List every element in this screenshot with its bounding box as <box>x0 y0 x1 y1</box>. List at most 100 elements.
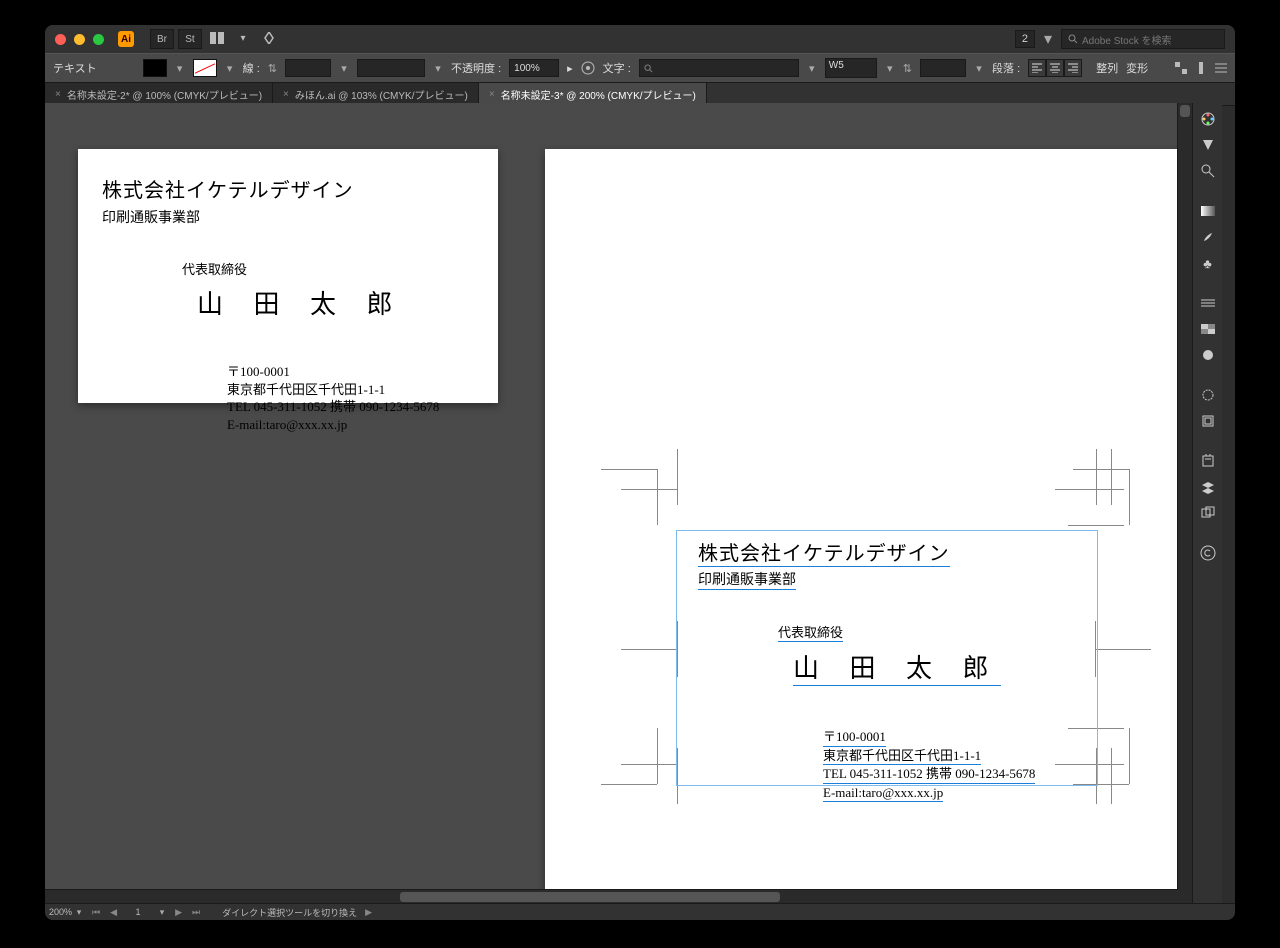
chevron-down-icon[interactable]: ▾ <box>339 63 349 73</box>
chevron-down-icon[interactable]: ▾ <box>175 63 185 73</box>
fill-swatch[interactable] <box>143 59 167 77</box>
stroke-swatch[interactable] <box>193 59 217 77</box>
align-center-icon[interactable] <box>1046 59 1064 77</box>
scrollbar-thumb[interactable] <box>1180 105 1190 117</box>
align-link[interactable]: 整列 <box>1096 60 1118 76</box>
last-artboard-icon[interactable]: ⏭ <box>190 907 202 918</box>
stock-search-placeholder: Adobe Stock を検索 <box>1082 32 1171 47</box>
document-area: 株式会社イケテルデザイン 印刷通販事業部 代表取締役 山 田 太 郎 〒100-… <box>45 103 1235 904</box>
recolor-icon[interactable] <box>581 61 595 75</box>
document-tab[interactable]: × 名称未設定-2* @ 100% (CMYK/プレビュー) <box>45 83 273 105</box>
align-left-icon[interactable] <box>1028 59 1046 77</box>
transform-link[interactable]: 変形 <box>1126 60 1148 76</box>
title-text: 代表取締役 <box>182 259 439 278</box>
para-label: 段落 : <box>992 60 1020 76</box>
vertical-scrollbar[interactable] <box>1177 103 1192 904</box>
paragraph-align <box>1028 59 1082 77</box>
title-textframe[interactable]: 代表取締役 <box>778 622 843 642</box>
stock-count[interactable]: 2 <box>1015 30 1035 48</box>
opacity-input[interactable]: 100% <box>509 59 559 77</box>
chevron-down-icon[interactable]: ▾ <box>807 63 817 73</box>
maximize-window-icon[interactable] <box>93 34 104 45</box>
isolate-group-icon[interactable] <box>1175 62 1187 74</box>
font-search-input[interactable] <box>639 59 799 77</box>
brushes-panel-icon[interactable] <box>1198 227 1218 247</box>
close-icon[interactable]: × <box>55 89 61 100</box>
font-weight-select[interactable]: W5 <box>825 58 877 78</box>
close-icon[interactable]: × <box>489 89 495 100</box>
font-size-input[interactable] <box>920 59 966 77</box>
stepper-icon[interactable]: ⇅ <box>903 62 912 75</box>
opacity-label: 不透明度 : <box>451 60 501 76</box>
business-card-art[interactable]: 株式会社イケテルデザイン 印刷通販事業部 代表取締役 山 田 太 郎 〒100-… <box>698 537 1118 791</box>
canvas[interactable]: 株式会社イケテルデザイン 印刷通販事業部 代表取締役 山 田 太 郎 〒100-… <box>45 103 1192 904</box>
minimize-window-icon[interactable] <box>74 34 85 45</box>
close-icon[interactable]: × <box>283 89 289 100</box>
brush-definition-input[interactable] <box>357 59 425 77</box>
color-panel-icon[interactable] <box>1198 109 1218 129</box>
division-textframe[interactable]: 印刷通販事業部 <box>698 569 796 590</box>
chevron-down-icon: ▾ <box>232 29 254 47</box>
company-textframe[interactable]: 株式会社イケテルデザイン <box>698 537 950 567</box>
company-text: 株式会社イケテルデザイン <box>102 174 439 203</box>
color-guide-icon[interactable] <box>1198 161 1218 181</box>
graphic-styles-icon[interactable] <box>1198 385 1218 405</box>
name-textframe[interactable]: 山 田 太 郎 <box>793 648 1001 686</box>
more-options-icon[interactable] <box>1215 62 1227 74</box>
scrollbar-thumb[interactable] <box>400 892 780 902</box>
opacity-slider-icon[interactable]: ▸ <box>567 62 573 75</box>
close-window-icon[interactable] <box>55 34 66 45</box>
appearance-panel-icon[interactable] <box>1198 345 1218 365</box>
horizontal-scrollbar[interactable] <box>45 889 1178 904</box>
chevron-down-icon[interactable]: ▾ <box>974 63 984 73</box>
prev-artboard-icon[interactable]: ◀ <box>108 907 119 918</box>
artboard: 株式会社イケテルデザイン 印刷通販事業部 代表取締役 山 田 太 郎 〒100-… <box>545 149 1190 904</box>
chevron-down-icon[interactable]: ▾ <box>225 63 235 73</box>
stroke-panel-icon[interactable] <box>1198 293 1218 313</box>
search-icon <box>1068 34 1078 44</box>
symbols-panel-icon[interactable]: ♣ <box>1198 253 1218 273</box>
cc-icon[interactable] <box>1198 543 1218 563</box>
stepper-icon[interactable]: ⇅ <box>268 62 277 75</box>
stock-search-input[interactable]: Adobe Stock を検索 <box>1061 29 1225 49</box>
document-tab[interactable]: × 名称未設定-3* @ 200% (CMYK/プレビュー) <box>479 83 707 105</box>
arrange-documents-icon[interactable] <box>206 29 228 47</box>
gradient-panel-icon[interactable] <box>1198 201 1218 221</box>
status-menu-icon[interactable]: ▶ <box>363 907 374 918</box>
division-text: 印刷通販事業部 <box>102 207 439 227</box>
swatches-panel-icon[interactable] <box>1198 135 1218 155</box>
reference-card: 株式会社イケテルデザイン 印刷通販事業部 代表取締役 山 田 太 郎 〒100-… <box>78 149 498 403</box>
contact-block: 〒100-0001 東京都千代田区千代田1-1-1 TEL 045-311-10… <box>227 363 439 433</box>
transform-panel-icon[interactable] <box>1198 411 1218 431</box>
chevron-down-icon[interactable]: ▾ <box>433 63 443 73</box>
chevron-down-icon[interactable]: ▾ <box>885 63 895 73</box>
layers-panel-icon[interactable] <box>1198 477 1218 497</box>
artboards-panel-icon[interactable] <box>1198 503 1218 523</box>
libraries-panel-icon[interactable] <box>1198 451 1218 471</box>
stock-icon[interactable]: St <box>178 29 202 49</box>
zoom-level[interactable]: 200% ▾ <box>49 907 84 917</box>
bridge-icon[interactable]: Br <box>150 29 174 49</box>
stroke-label: 線 : <box>243 60 260 76</box>
contact-textframe[interactable]: 〒100-0001 東京都千代田区千代田1-1-1 TEL 045-311-10… <box>823 728 1118 802</box>
align-to-icon[interactable] <box>1195 62 1207 74</box>
tab-label: みほん.ai @ 103% (CMYK/プレビュー) <box>295 87 468 102</box>
artboard-number[interactable]: 1 <box>125 907 151 917</box>
gpu-preview-icon[interactable] <box>258 29 280 47</box>
stock-area: 2 ▾ Adobe Stock を検索 <box>1015 29 1225 49</box>
chevron-down-icon[interactable]: ▾ <box>157 907 167 917</box>
titlebar: Ai Br St ▾ 2 ▾ Adobe Stock を検索 <box>45 25 1235 53</box>
postal-text: 〒100-0001 <box>227 363 439 381</box>
tab-label: 名称未設定-2* @ 100% (CMYK/プレビュー) <box>67 87 262 102</box>
stroke-weight-input[interactable] <box>285 59 331 77</box>
first-artboard-icon[interactable]: ⏮ <box>90 907 102 918</box>
status-bar: 200% ▾ ⏮ ◀ 1 ▾ ▶ ⏭ ダイレクト選択ツールを切り換え ▶ <box>45 903 1235 920</box>
phone-text: TEL 045-311-1052 携帯 090-1234-5678 <box>823 765 1035 784</box>
app-logo: Ai <box>118 31 134 47</box>
align-right-icon[interactable] <box>1064 59 1082 77</box>
transparency-panel-icon[interactable] <box>1198 319 1218 339</box>
next-artboard-icon[interactable]: ▶ <box>173 907 184 918</box>
search-icon <box>644 64 653 73</box>
panel-dock: ♣ <box>1192 103 1222 904</box>
document-tab[interactable]: × みほん.ai @ 103% (CMYK/プレビュー) <box>273 83 479 105</box>
